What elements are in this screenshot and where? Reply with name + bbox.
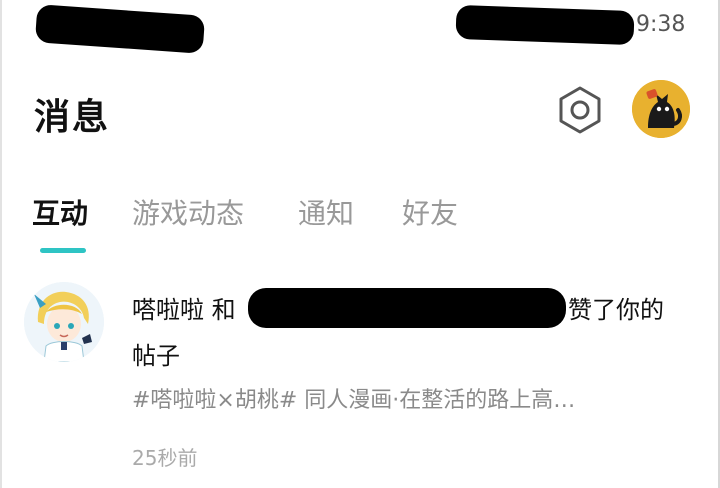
notification-action-text: 赞了你的 (568, 296, 664, 324)
user-avatar[interactable] (632, 80, 690, 138)
notification-timestamp: 25秒前 (132, 446, 198, 470)
settings-hexagon-icon (559, 86, 601, 134)
active-tab-indicator (40, 248, 86, 253)
redacted-status-right (455, 4, 635, 46)
screen-left-edge (0, 0, 2, 488)
redacted-status-left (34, 4, 206, 54)
tab-interaction[interactable]: 互动 (32, 192, 88, 232)
redacted-user-names (248, 288, 566, 328)
notification-actor-text: 嗒啦啦 和 (132, 296, 236, 324)
tab-game-activity[interactable]: 游戏动态 (132, 192, 244, 232)
notification-object-text: 帖子 (132, 342, 180, 370)
sender-avatar[interactable] (24, 282, 104, 362)
tab-notifications[interactable]: 通知 (298, 192, 354, 232)
cat-avatar-icon (632, 80, 690, 138)
settings-button[interactable] (555, 85, 605, 135)
page-title: 消息 (34, 97, 111, 138)
anime-girl-avatar-icon (24, 282, 104, 362)
status-time: 9:38 (636, 12, 686, 37)
post-preview-text[interactable]: #嗒啦啦×胡桃# 同人漫画·在整活的路上高… (132, 382, 672, 414)
tab-friends[interactable]: 好友 (402, 192, 458, 232)
